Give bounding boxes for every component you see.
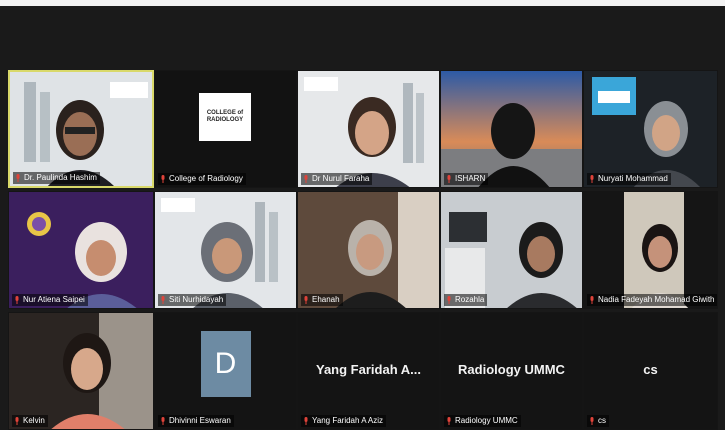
video-tile[interactable]: D Dhivinni Eswaran	[154, 312, 297, 430]
name-label: cs	[587, 415, 609, 427]
name-label: Ehanah	[301, 294, 343, 306]
mic-muted-icon	[590, 296, 594, 304]
name-label: Nuryati Mohammad	[587, 173, 671, 185]
mic-muted-icon	[304, 296, 308, 304]
participant-name: Yang Faridah A Aziz	[312, 416, 384, 425]
mic-muted-icon	[447, 175, 451, 183]
participant-video	[584, 192, 717, 308]
participant-name: Ehanah	[312, 295, 340, 304]
video-tile[interactable]: Kelvin	[8, 312, 154, 430]
top-bar	[0, 0, 725, 6]
name-label: Rozahla	[444, 294, 488, 306]
participant-video	[441, 192, 582, 308]
video-tile[interactable]: cs cs	[583, 312, 718, 430]
participant-name: Dr. Paulinda Hashim	[24, 173, 97, 182]
mic-muted-icon	[161, 296, 165, 304]
participant-display-name: Radiology UMMC	[458, 362, 565, 377]
participant-display-name: cs	[643, 362, 658, 377]
video-tile[interactable]: Nur Atiena Saipei	[8, 191, 154, 309]
participant-video	[298, 71, 439, 187]
video-tile[interactable]: Siti Nurhidayah	[154, 191, 297, 309]
name-label: Nur Atiena Saipei	[12, 294, 88, 306]
participant-video	[155, 192, 296, 308]
logo-text: COLLEGE of RADIOLOGY	[206, 110, 244, 123]
participant-video	[10, 72, 152, 186]
video-tile[interactable]: Ehanah	[297, 191, 440, 309]
participant-name: Dhivinni Eswaran	[169, 416, 231, 425]
participant-video	[584, 71, 717, 187]
video-tile[interactable]: Dr Nurul Faraha	[297, 70, 440, 188]
participant-name: Nuryati Mohammad	[598, 174, 668, 183]
participant-video	[441, 71, 582, 187]
name-label: Dhivinni Eswaran	[158, 415, 234, 427]
video-tile[interactable]: Nuryati Mohammad	[583, 70, 718, 188]
video-tile[interactable]: Radiology UMMC Radiology UMMC	[440, 312, 583, 430]
mic-muted-icon	[304, 417, 308, 425]
video-tile[interactable]: ISHARN	[440, 70, 583, 188]
participant-video	[9, 313, 153, 429]
name-label: Yang Faridah A Aziz	[301, 415, 387, 427]
participant-avatar: D	[200, 331, 251, 397]
video-tile[interactable]: COLLEGE of RADIOLOGY College of Radiolog…	[154, 70, 297, 188]
mic-muted-icon	[447, 296, 451, 304]
video-tile[interactable]: Rozahla	[440, 191, 583, 309]
participant-name: Radiology UMMC	[455, 416, 518, 425]
name-label: Kelvin	[12, 415, 48, 427]
participant-name: Nadia Fadeyah Mohamad Giwith	[598, 295, 715, 304]
participant-display-name: Yang Faridah A...	[316, 362, 421, 377]
name-label: Dr. Paulinda Hashim	[13, 172, 100, 184]
mic-muted-icon	[590, 175, 594, 183]
name-label: College of Radiology	[158, 173, 246, 185]
college-logo: COLLEGE of RADIOLOGY	[199, 93, 251, 141]
video-tile[interactable]: Nadia Fadeyah Mohamad Giwith	[583, 191, 718, 309]
participant-name: cs	[598, 416, 606, 425]
participant-name: College of Radiology	[169, 174, 243, 183]
video-tile[interactable]: Yang Faridah A... Yang Faridah A Aziz	[297, 312, 440, 430]
video-grid: Dr. Paulinda Hashim COLLEGE of RADIOLOGY…	[8, 70, 718, 430]
mic-muted-icon	[590, 417, 594, 425]
mic-muted-icon	[16, 174, 20, 182]
mic-muted-icon	[161, 417, 165, 425]
participant-name: Dr Nurul Faraha	[312, 174, 370, 183]
participant-video	[298, 192, 439, 308]
mic-muted-icon	[161, 175, 165, 183]
name-label: Radiology UMMC	[444, 415, 521, 427]
participant-name: Rozahla	[455, 295, 485, 304]
mic-muted-icon	[15, 296, 19, 304]
participant-name: Kelvin	[23, 416, 45, 425]
name-label: Siti Nurhidayah	[158, 294, 227, 306]
name-label: Dr Nurul Faraha	[301, 173, 373, 185]
participant-name: ISHARN	[455, 174, 486, 183]
participant-name: Siti Nurhidayah	[169, 295, 224, 304]
mic-muted-icon	[304, 175, 308, 183]
participant-video	[9, 192, 153, 308]
video-tile[interactable]: Dr. Paulinda Hashim	[8, 70, 154, 188]
participant-name: Nur Atiena Saipei	[23, 295, 85, 304]
mic-muted-icon	[447, 417, 451, 425]
name-label: ISHARN	[444, 173, 489, 185]
name-label: Nadia Fadeyah Mohamad Giwith	[587, 294, 717, 306]
mic-muted-icon	[15, 417, 19, 425]
